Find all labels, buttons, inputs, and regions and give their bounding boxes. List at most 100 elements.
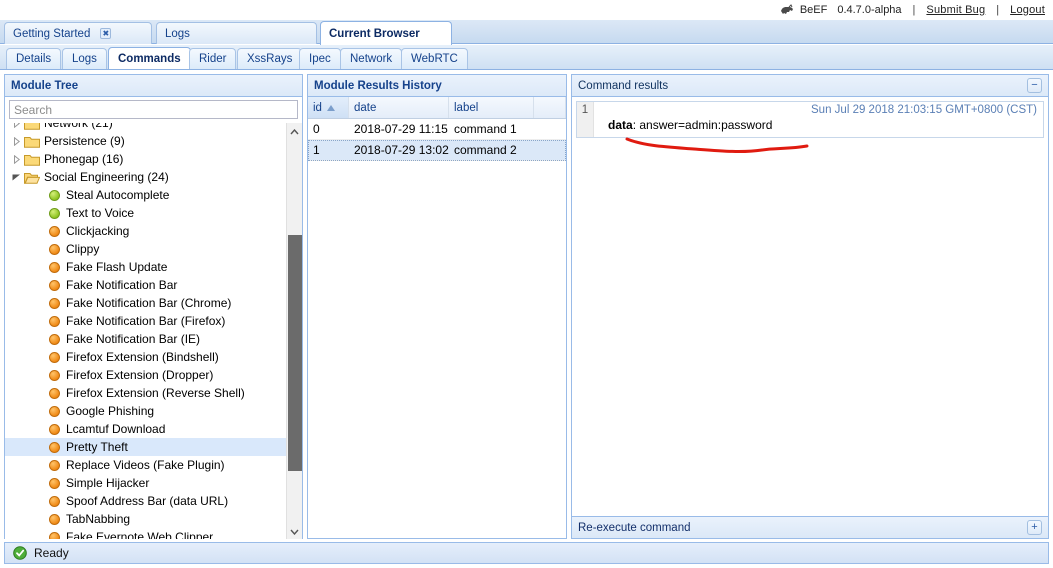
module-tree-list: Network (21) Persistence (9) Phonegap (16)… — [5, 123, 286, 539]
status-orange-icon — [49, 495, 60, 507]
tab-commands[interactable]: Commands — [108, 47, 191, 69]
tree-module-fake-flash-update[interactable]: Fake Flash Update — [5, 258, 286, 276]
submit-bug-link[interactable]: Submit Bug — [926, 4, 985, 16]
column-header-id-label: id — [313, 101, 322, 114]
collapse-icon[interactable]: − — [1027, 78, 1042, 93]
beef-application-window: BeEF 0.4.7.0-alpha | Submit Bug | Logout… — [0, 0, 1053, 568]
tree-folder-network-21[interactable]: Network (21) — [5, 123, 286, 132]
tree-module-steal-autocomplete[interactable]: Steal Autocomplete — [5, 186, 286, 204]
tab-webrtc-label: WebRTC — [411, 53, 458, 65]
tab-xssrays[interactable]: XssRays — [237, 48, 303, 69]
tree-module-clippy[interactable]: Clippy — [5, 240, 286, 258]
tree-module-label: Text to Voice — [66, 206, 135, 220]
tree-module-text-to-voice[interactable]: Text to Voice — [5, 204, 286, 222]
cell-id: 0 — [313, 122, 320, 136]
tree-folder-label: Phonegap (16) — [44, 152, 124, 166]
tree-scrollbar-thumb[interactable] — [288, 235, 302, 471]
tab-rider[interactable]: Rider — [189, 48, 237, 69]
collapsed-arrow-icon[interactable] — [9, 123, 24, 131]
collapsed-arrow-icon[interactable] — [9, 133, 24, 149]
tree-module-label: Replace Videos (Fake Plugin) — [66, 458, 225, 472]
tree-module-fake-notification-bar-chrome[interactable]: Fake Notification Bar (Chrome) — [5, 294, 286, 312]
tree-module-clickjacking[interactable]: Clickjacking — [5, 222, 286, 240]
tree-module-firefox-extension-reverse-shell[interactable]: Firefox Extension (Reverse Shell) — [5, 384, 286, 402]
tree-module-pretty-theft[interactable]: Pretty Theft — [5, 438, 286, 456]
column-header-id[interactable]: id — [308, 97, 349, 118]
column-header-date[interactable]: date — [349, 97, 449, 118]
tree-module-lcamtuf-download[interactable]: Lcamtuf Download — [5, 420, 286, 438]
add-icon[interactable]: + — [1027, 520, 1042, 535]
cell-filler — [534, 119, 566, 139]
tree-module-firefox-extension-dropper[interactable]: Firefox Extension (Dropper) — [5, 366, 286, 384]
result-timestamp: Sun Jul 29 2018 21:03:15 GMT+0800 (CST) — [811, 104, 1037, 116]
tab-network-label: Network — [350, 53, 393, 65]
tree-module-firefox-extension-bindshell[interactable]: Firefox Extension (Bindshell) — [5, 348, 286, 366]
tree-module-label: Steal Autocomplete — [66, 188, 170, 202]
cell-date: 2018-07-29 11:15 — [354, 122, 448, 136]
tab-sub-logs-label: Logs — [72, 53, 97, 65]
tree-folder-persistence-9[interactable]: Persistence (9) — [5, 132, 286, 150]
tab-details-label: Details — [16, 53, 52, 65]
tree-module-fake-notification-bar[interactable]: Fake Notification Bar — [5, 276, 286, 294]
result-entry[interactable]: 1 Sun Jul 29 2018 21:03:15 GMT+0800 (CST… — [576, 101, 1044, 138]
tab-details[interactable]: Details — [6, 48, 62, 69]
history-grid-body: 0 2018-07-29 11:15 command 1 1 2018-07-29 13… — [308, 119, 566, 161]
tree-module-google-phishing[interactable]: Google Phishing — [5, 402, 286, 420]
close-icon[interactable]: ✖ — [100, 28, 112, 39]
tab-webrtc[interactable]: WebRTC — [401, 48, 468, 69]
command-results-panel: Command results − 1 Sun Jul 29 2018 21:0… — [571, 74, 1049, 539]
status-orange-icon — [49, 225, 60, 237]
cell-label: command 1 — [454, 122, 517, 136]
column-header-label[interactable]: label — [449, 97, 534, 118]
tab-getting-started[interactable]: Getting Started ✖ — [4, 22, 152, 44]
result-data-key: data — [608, 118, 633, 132]
module-tree-view[interactable]: Network (21) Persistence (9) Phonegap (16)… — [5, 122, 302, 539]
tree-module-label: Fake Notification Bar (Chrome) — [66, 296, 232, 310]
top-header: BeEF 0.4.7.0-alpha | Submit Bug | Logout — [0, 0, 1053, 20]
command-results-footer: Re-execute command + — [572, 516, 1048, 538]
tree-folder-phonegap-16[interactable]: Phonegap (16) — [5, 150, 286, 168]
header-separator-1: | — [912, 4, 916, 16]
result-entry-number: 1 — [577, 102, 594, 137]
tab-current-browser[interactable]: Current Browser — [320, 21, 452, 45]
tab-sub-logs[interactable]: Logs — [62, 48, 107, 69]
tree-module-replace-videos-fake-plugin[interactable]: Replace Videos (Fake Plugin) — [5, 456, 286, 474]
tree-module-fake-notification-bar-firefox[interactable]: Fake Notification Bar (Firefox) — [5, 312, 286, 330]
re-execute-command-label[interactable]: Re-execute command — [578, 522, 691, 534]
cell-filler — [534, 140, 566, 160]
module-tree-panel: Module Tree Network (21) Persistence (9) P… — [4, 74, 303, 539]
tree-folder-social-engineering-24[interactable]: Social Engineering (24) — [5, 168, 286, 186]
command-results-header: Command results − — [572, 75, 1048, 97]
tree-module-label: Fake Notification Bar — [66, 278, 178, 292]
status-orange-icon — [49, 369, 60, 381]
tree-scrollbar[interactable] — [286, 123, 302, 539]
tree-module-label: Fake Flash Update — [66, 260, 168, 274]
expanded-arrow-icon[interactable] — [9, 169, 24, 185]
scroll-up-icon[interactable] — [287, 123, 302, 140]
tree-module-tabnabbing[interactable]: TabNabbing — [5, 510, 286, 528]
tree-module-fake-evernote-web-clipper[interactable]: Fake Evernote Web Clipper — [5, 528, 286, 539]
tree-module-spoof-address-bar-data-url[interactable]: Spoof Address Bar (data URL) — [5, 492, 286, 510]
tab-ipec[interactable]: Ipec — [299, 48, 341, 69]
result-data-line: data: answer=admin:password — [608, 118, 1037, 132]
column-header-label-label: label — [454, 101, 479, 114]
tab-logs[interactable]: Logs — [156, 22, 317, 44]
tab-network[interactable]: Network — [340, 48, 403, 69]
status-orange-icon — [49, 387, 60, 399]
status-green-icon — [49, 207, 60, 219]
collapsed-arrow-icon[interactable] — [9, 151, 24, 167]
table-row[interactable]: 1 2018-07-29 13:02 command 2 — [308, 140, 566, 161]
status-orange-icon — [49, 423, 60, 435]
scroll-down-icon[interactable] — [287, 523, 302, 539]
tab-xssrays-label: XssRays — [247, 53, 293, 65]
table-row[interactable]: 0 2018-07-29 11:15 command 1 — [308, 119, 566, 140]
status-orange-icon — [49, 441, 60, 453]
search-input[interactable] — [9, 100, 298, 119]
status-orange-icon — [49, 243, 60, 255]
main-tab-strip: Getting Started ✖ Logs Current Browser — [0, 20, 1053, 45]
tree-module-simple-hijacker[interactable]: Simple Hijacker — [5, 474, 286, 492]
status-orange-icon — [49, 513, 60, 525]
logout-link[interactable]: Logout — [1010, 4, 1045, 16]
red-underline-annotation — [625, 137, 809, 154]
tree-module-fake-notification-bar-ie[interactable]: Fake Notification Bar (IE) — [5, 330, 286, 348]
